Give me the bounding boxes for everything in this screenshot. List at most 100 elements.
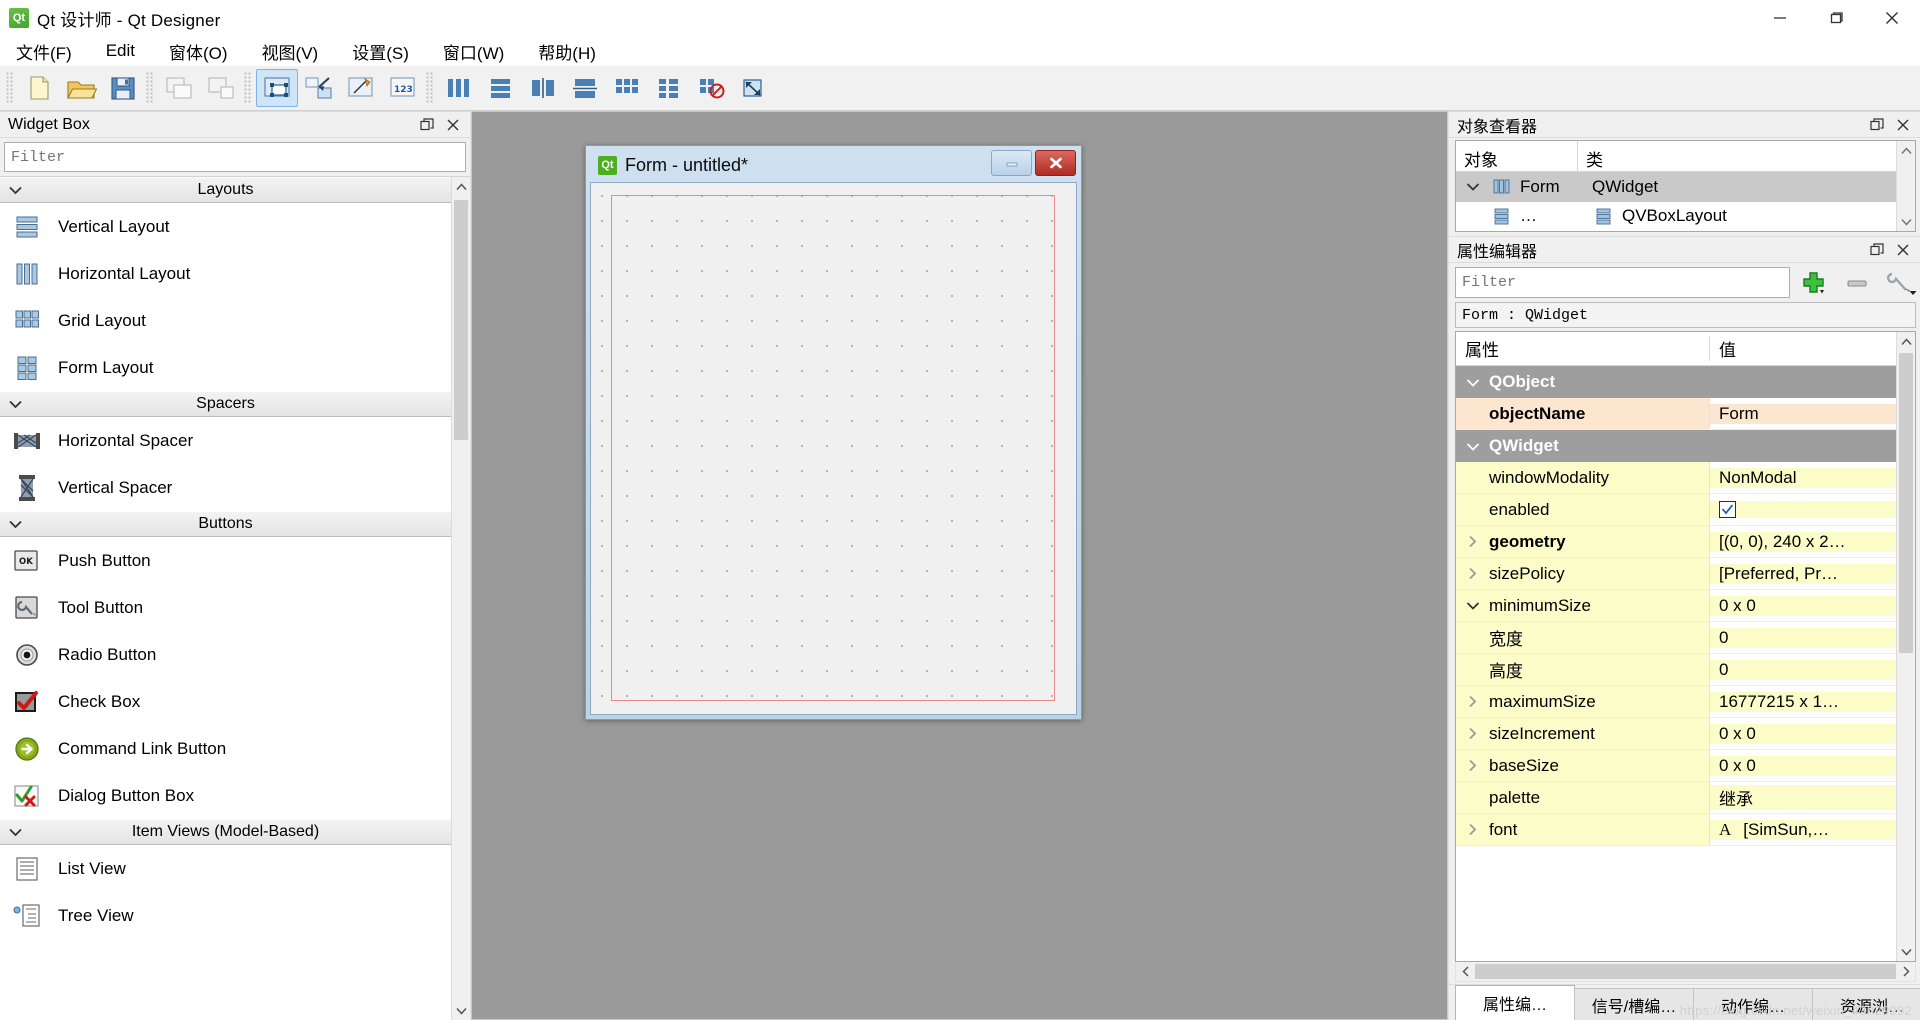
- widget-box-close-button[interactable]: [446, 118, 460, 132]
- widget-item-form-layout[interactable]: Form Layout: [0, 344, 451, 391]
- edit-widgets-button[interactable]: [256, 69, 298, 107]
- form-window-title-bar[interactable]: Form - untitled*: [589, 149, 1078, 182]
- chevron-right-icon[interactable]: [1456, 823, 1489, 836]
- column-header-property[interactable]: 属性: [1456, 336, 1710, 361]
- widget-item-tree-view[interactable]: Tree View: [0, 892, 451, 939]
- property-group-qwidget[interactable]: QWidget: [1456, 430, 1896, 462]
- form-minimize-button[interactable]: [991, 150, 1032, 176]
- widget-box-scrollbar[interactable]: [451, 177, 470, 1020]
- property-row-palette[interactable]: palette 继承: [1456, 782, 1896, 814]
- property-value[interactable]: 0: [1710, 627, 1896, 648]
- toolbar-grip[interactable]: [6, 72, 13, 104]
- widget-box-category-buttons[interactable]: Buttons: [0, 511, 451, 537]
- widget-item-radio-button[interactable]: Radio Button: [0, 631, 451, 678]
- property-value[interactable]: 0 x 0: [1710, 755, 1896, 776]
- widget-item-check-box[interactable]: Check Box: [0, 678, 451, 725]
- property-row-windowmodality[interactable]: windowModality NonModal: [1456, 462, 1896, 494]
- scroll-up-arrow-icon[interactable]: [452, 177, 470, 196]
- column-header-class[interactable]: 类: [1578, 141, 1896, 171]
- property-row-minimumsize-width[interactable]: 宽度 0: [1456, 622, 1896, 654]
- tab-resource-browser[interactable]: 资源浏…: [1812, 988, 1920, 1020]
- layout-splitter-vertical-button[interactable]: [564, 69, 606, 107]
- edit-signals-slots-button[interactable]: [298, 69, 340, 107]
- object-inspector-tree[interactable]: 对象 类 Form QWidget … QVBoxLayout: [1455, 140, 1916, 232]
- object-inspector-float-button[interactable]: [1870, 117, 1884, 132]
- chevron-down-icon[interactable]: [1456, 182, 1490, 192]
- layout-splitter-horizontal-button[interactable]: [522, 69, 564, 107]
- break-layout-button[interactable]: [690, 69, 732, 107]
- scroll-up-arrow-icon[interactable]: [1897, 141, 1915, 160]
- widget-item-dialog-button-box[interactable]: Dialog Button Box: [0, 772, 451, 819]
- adjust-size-button[interactable]: [732, 69, 774, 107]
- property-value[interactable]: 0 x 0: [1710, 723, 1896, 744]
- scroll-track[interactable]: [452, 196, 470, 1001]
- configure-property-editor-button[interactable]: [1882, 268, 1917, 298]
- scroll-track[interactable]: [1897, 351, 1915, 942]
- add-dynamic-property-button[interactable]: [1798, 268, 1832, 298]
- widget-item-list-view[interactable]: List View: [0, 845, 451, 892]
- property-row-basesize[interactable]: baseSize 0 x 0: [1456, 750, 1896, 782]
- property-value[interactable]: 0 x 0: [1710, 595, 1896, 616]
- object-inspector-close-button[interactable]: [1896, 118, 1910, 132]
- menu-settings[interactable]: 设置(S): [352, 37, 425, 66]
- tab-action-editor[interactable]: 动作编…: [1693, 988, 1813, 1020]
- property-value[interactable]: Form: [1710, 403, 1896, 424]
- property-editor-table[interactable]: 属性 值 QObject objectName Form QWidget win…: [1455, 331, 1916, 962]
- scroll-down-arrow-icon[interactable]: [452, 1001, 470, 1020]
- property-value[interactable]: 继承: [1710, 785, 1896, 810]
- widget-item-horizontal-layout[interactable]: Horizontal Layout: [0, 250, 451, 297]
- save-form-button[interactable]: [102, 69, 144, 107]
- edit-buddies-button[interactable]: [340, 69, 382, 107]
- tab-signal-slot-editor[interactable]: 信号/槽编…: [1574, 988, 1694, 1020]
- scroll-thumb[interactable]: [1475, 964, 1896, 979]
- tab-property-editor[interactable]: 属性编…: [1455, 985, 1575, 1020]
- menu-edit[interactable]: Edit: [106, 39, 151, 63]
- undo-button[interactable]: [158, 69, 200, 107]
- property-row-font[interactable]: font A [SimSun,…: [1456, 814, 1896, 846]
- property-editor-filter-input[interactable]: [1455, 267, 1790, 298]
- layout-vertically-button[interactable]: [480, 69, 522, 107]
- menu-help[interactable]: 帮助(H): [538, 37, 612, 66]
- property-row-maximumsize[interactable]: maximumSize 16777215 x 1…: [1456, 686, 1896, 718]
- property-editor-horizontal-scrollbar[interactable]: [1455, 962, 1916, 982]
- new-form-button[interactable]: [18, 69, 60, 107]
- property-row-minimumsize[interactable]: minimumSize 0 x 0: [1456, 590, 1896, 622]
- redo-button[interactable]: [200, 69, 242, 107]
- open-form-button[interactable]: [60, 69, 102, 107]
- property-editor-float-button[interactable]: [1870, 242, 1884, 257]
- widget-box-category-layouts[interactable]: Layouts: [0, 177, 451, 203]
- scroll-thumb[interactable]: [1899, 353, 1913, 653]
- object-inspector-row-form[interactable]: Form QWidget: [1456, 172, 1896, 202]
- toolbar-grip-edit[interactable]: [146, 72, 153, 104]
- menu-form[interactable]: 窗体(O): [169, 37, 244, 66]
- widget-box-category-spacers[interactable]: Spacers: [0, 391, 451, 417]
- layout-grid-button[interactable]: [606, 69, 648, 107]
- property-value[interactable]: 16777215 x 1…: [1710, 691, 1896, 712]
- widget-item-horizontal-spacer[interactable]: Horizontal Spacer: [0, 417, 451, 464]
- widget-box-category-item-views[interactable]: Item Views (Model-Based): [0, 819, 451, 845]
- column-header-value[interactable]: 值: [1710, 336, 1896, 361]
- object-inspector-row-layout[interactable]: … QVBoxLayout: [1456, 202, 1896, 232]
- scroll-track[interactable]: [1475, 962, 1896, 981]
- scroll-down-arrow-icon[interactable]: [1897, 212, 1915, 231]
- widget-item-push-button[interactable]: OK Push Button: [0, 537, 451, 584]
- property-row-geometry[interactable]: geometry [(0, 0), 240 x 2…: [1456, 526, 1896, 558]
- property-value[interactable]: 0: [1710, 659, 1896, 680]
- widget-box-float-button[interactable]: [420, 117, 434, 132]
- property-value[interactable]: NonModal: [1710, 467, 1896, 488]
- maximize-button[interactable]: [1808, 0, 1864, 36]
- object-inspector-scrollbar[interactable]: [1896, 141, 1915, 231]
- layout-horizontally-button[interactable]: [438, 69, 480, 107]
- scroll-track[interactable]: [1897, 160, 1915, 212]
- form-window[interactable]: Form - untitled*: [585, 145, 1082, 720]
- property-value[interactable]: [Preferred, Pr…: [1710, 563, 1896, 584]
- property-editor-scrollbar[interactable]: [1896, 332, 1915, 961]
- widget-item-vertical-layout[interactable]: Vertical Layout: [0, 203, 451, 250]
- menu-view[interactable]: 视图(V): [262, 37, 335, 66]
- scroll-left-arrow-icon[interactable]: [1456, 963, 1475, 981]
- close-button[interactable]: [1864, 0, 1920, 36]
- toolbar-grip-layout[interactable]: [426, 72, 433, 104]
- remove-dynamic-property-button[interactable]: [1840, 268, 1874, 298]
- property-row-minimumsize-height[interactable]: 高度 0: [1456, 654, 1896, 686]
- chevron-right-icon[interactable]: [1456, 759, 1489, 772]
